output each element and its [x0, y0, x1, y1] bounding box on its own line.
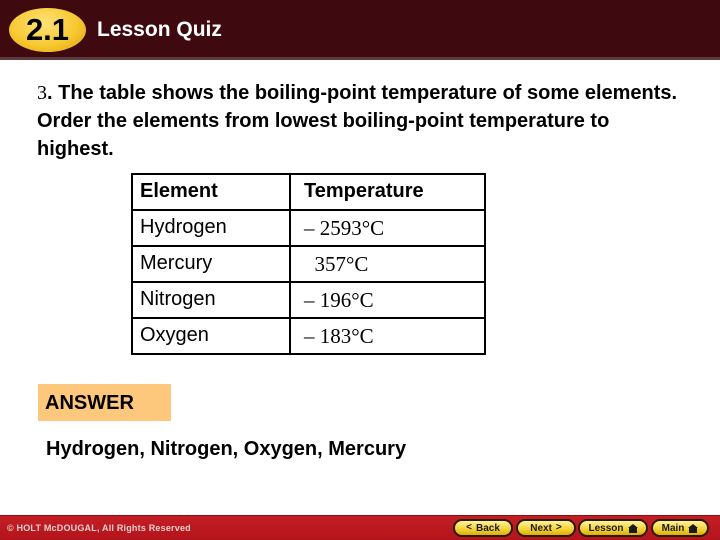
header-bar: 2.1 Lesson Quiz [0, 0, 720, 60]
table-row: Nitrogen – 196°C [133, 281, 484, 317]
header-element: Element [140, 180, 218, 202]
lesson-label: Lesson [588, 522, 624, 534]
question-body: . The table shows the boiling-point temp… [37, 82, 678, 160]
chevron-right-icon: > [555, 522, 562, 533]
table-row: Oxygen – 183°C [133, 317, 484, 353]
table-row: Mercury 357°C [133, 245, 484, 281]
page-title: Lesson Quiz [97, 18, 222, 41]
boiling-point-table: Element Temperature Hydrogen – 2593°C Me… [131, 173, 486, 355]
next-button[interactable]: Next > [516, 519, 576, 537]
table-row: Hydrogen – 2593°C [133, 209, 484, 245]
footer-bar: © HOLT McDOUGAL, All Rights Reserved < B… [0, 515, 720, 540]
element-temperature: 357°C [304, 252, 369, 276]
home-icon [688, 523, 699, 533]
element-temperature: – 183°C [304, 324, 374, 348]
chevron-left-icon: < [466, 522, 472, 533]
section-badge: 2.1 [9, 8, 86, 52]
question-text: 3. The table shows the boiling-point tem… [37, 79, 687, 163]
header-temperature: Temperature [304, 180, 424, 202]
answer-label: ANSWER [38, 384, 171, 421]
answer-text: Hydrogen, Nitrogen, Oxygen, Mercury [46, 438, 407, 460]
back-button[interactable]: < Back [453, 519, 513, 537]
element-name: Oxygen [140, 324, 209, 346]
element-name: Hydrogen [140, 216, 227, 238]
lesson-button[interactable]: Lesson [578, 519, 648, 537]
element-temperature: – 2593°C [304, 216, 385, 240]
next-label: Next [530, 522, 552, 534]
home-icon [627, 523, 638, 533]
question-number: 3 [37, 82, 47, 104]
table-header-row: Element Temperature [133, 175, 484, 211]
element-name: Nitrogen [140, 288, 216, 310]
element-temperature: – 196°C [304, 288, 374, 312]
main-label: Main [661, 522, 685, 534]
copyright-text: © HOLT McDOUGAL, All Rights Reserved [7, 523, 191, 533]
back-label: Back [475, 522, 500, 534]
main-button[interactable]: Main [651, 519, 709, 537]
element-name: Mercury [140, 252, 213, 274]
